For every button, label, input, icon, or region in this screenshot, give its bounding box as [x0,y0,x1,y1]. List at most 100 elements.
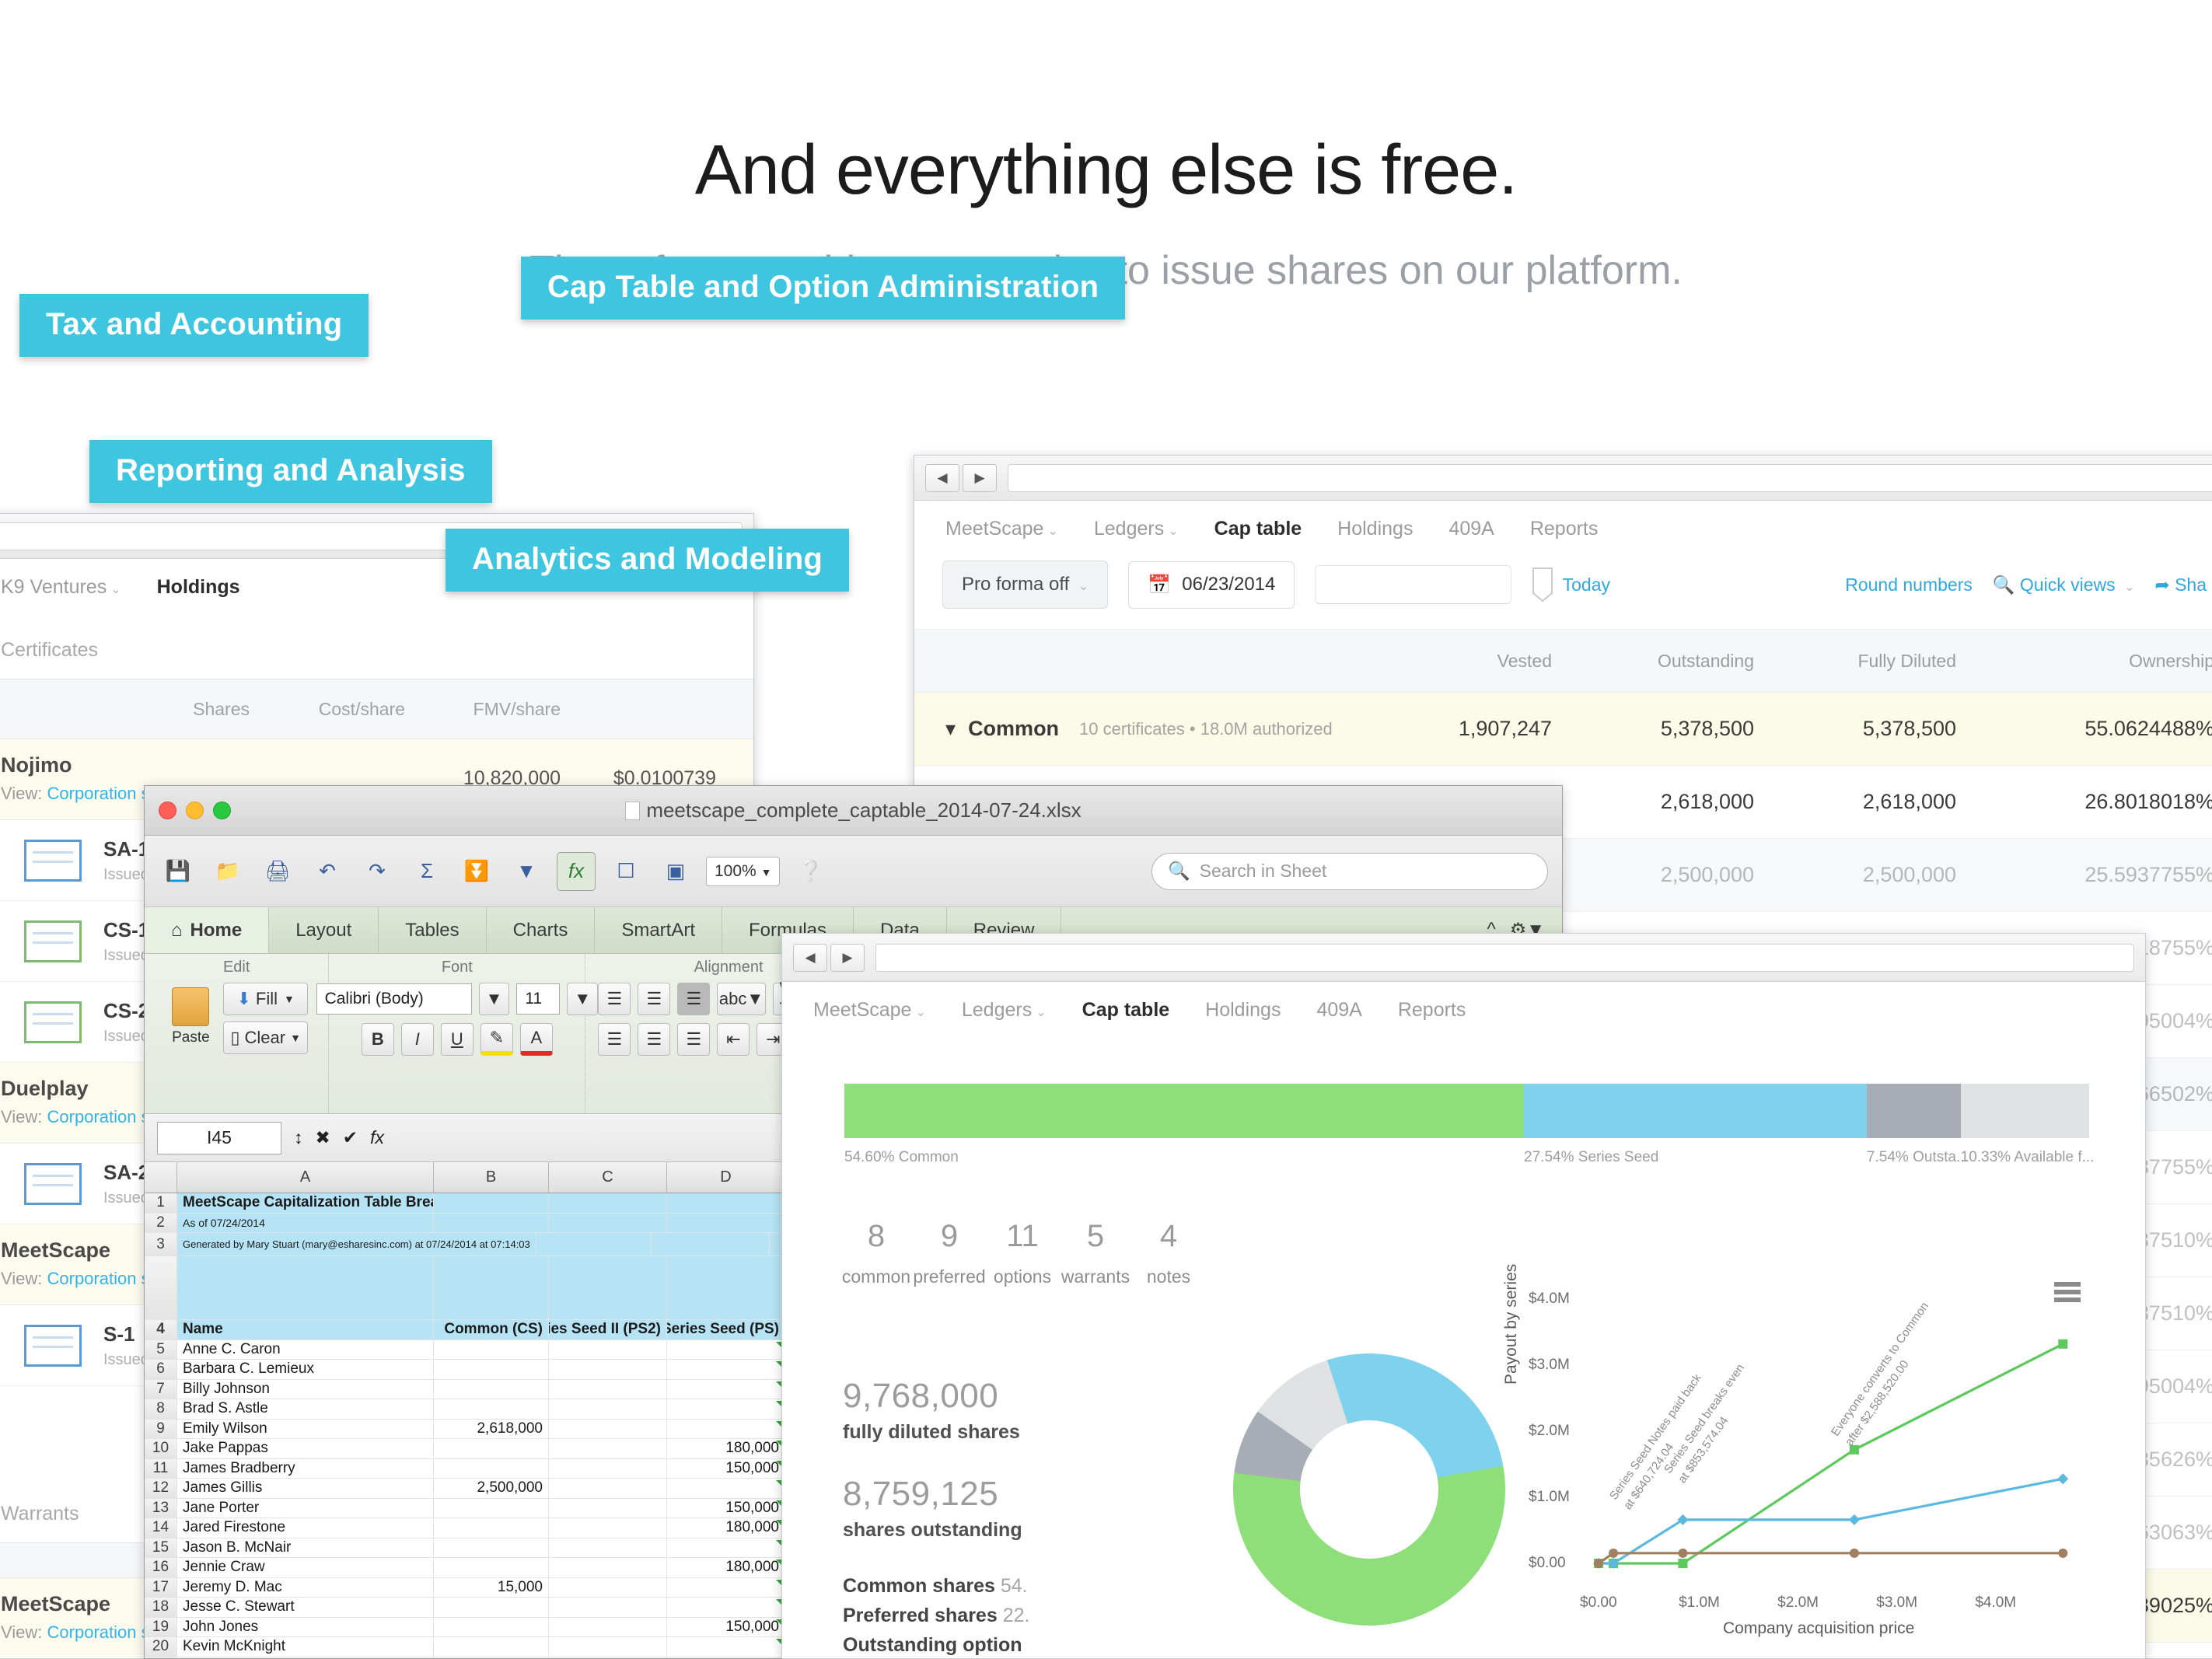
cell-name[interactable]: Barbara C. Lemieux [177,1360,434,1379]
cell-series-seed[interactable] [667,1339,785,1359]
cell-series-seed[interactable]: 180,000 [667,1439,785,1458]
row-number[interactable]: 15 [145,1538,177,1557]
chevron-down-icon[interactable]: ▾ [945,717,956,741]
tab-charts[interactable]: Charts [487,907,596,953]
align-center-button[interactable]: ☰ [638,1023,671,1056]
cell-common[interactable] [434,1598,549,1617]
row-number[interactable]: 14 [145,1518,177,1538]
cell-series-seed[interactable] [667,1379,785,1399]
pro-forma-dropdown[interactable]: Pro forma off ⌄ [942,561,1109,609]
cell-common[interactable]: 2,618,000 [434,1419,549,1438]
column-header-b[interactable]: B [434,1162,549,1193]
nav-item-holdings[interactable]: Holdings [1205,999,1281,1022]
cell-series-seed-2[interactable] [549,1538,667,1557]
fill-button[interactable]: ⬇ Fill ▼ [223,983,308,1015]
font-color-button[interactable]: A [519,1023,553,1056]
cell-blank[interactable] [667,1256,785,1319]
date-picker[interactable]: 📅 06/23/2014 [1128,561,1295,609]
nav-item-cap-table[interactable]: Cap table [1214,518,1302,540]
cell-name[interactable]: Kevin McKnight [177,1637,434,1657]
cell-name[interactable]: John Jones [177,1617,434,1636]
nav-item-cap-table[interactable]: Cap table [1082,999,1170,1022]
cell-series-seed-2[interactable] [549,1439,667,1458]
cell-name[interactable]: Brad S. Astle [177,1399,434,1419]
cell-common[interactable] [434,1360,549,1379]
row-number[interactable]: 17 [145,1577,177,1597]
clear-button[interactable]: ▯ Clear ▼ [223,1022,308,1054]
row-number[interactable]: 7 [145,1379,177,1399]
cell-name[interactable]: Anne C. Caron [177,1339,434,1359]
cell-common[interactable] [434,1498,549,1518]
cancel-icon[interactable]: ✖ [316,1127,330,1148]
cell-series-seed[interactable] [667,1577,785,1597]
row-number[interactable]: 6 [145,1360,177,1379]
address-bar[interactable] [875,943,2134,972]
row-number[interactable]: 10 [145,1439,177,1458]
cell-series-seed[interactable] [667,1538,785,1557]
row-number[interactable]: 11 [145,1458,177,1478]
open-icon[interactable]: 📁 [208,852,247,891]
cell-common[interactable] [434,1458,549,1478]
row-number[interactable] [145,1256,177,1319]
row-number[interactable]: 12 [145,1479,177,1498]
column-header-c[interactable]: C [549,1162,667,1193]
align-middle-button[interactable]: ☰ [638,983,671,1015]
cell-series-seed-2[interactable] [549,1458,667,1478]
cell-series-seed[interactable] [667,1637,785,1657]
cell-c1[interactable] [549,1193,667,1213]
nav-item-k9ventures[interactable]: K9 Ventures ⌄ [1,576,121,599]
cell-b2[interactable] [434,1213,549,1232]
align-bottom-button[interactable]: ☰ [677,983,711,1015]
cell-series-seed-2[interactable] [549,1577,667,1597]
cell-common[interactable] [434,1538,549,1557]
cell-common[interactable] [434,1637,549,1657]
nav-item-reports[interactable]: Reports [1530,518,1599,540]
cell-series-seed[interactable] [667,1419,785,1438]
cell-common-header[interactable]: Common (CS) [434,1320,549,1339]
today-bookmark[interactable]: Today [1532,567,1610,602]
row-number[interactable]: 5 [145,1339,177,1359]
row-number[interactable]: 8 [145,1399,177,1419]
paste-button[interactable]: Paste [165,987,216,1050]
confirm-icon[interactable]: ✔ [343,1127,358,1148]
autosum-icon[interactable]: Σ [407,852,446,891]
round-numbers-link[interactable]: Round numbers [1845,575,1973,595]
table-row[interactable]: ▾ Common 10 certificates • 18.0M authori… [914,693,2212,766]
cell-series-seed-2[interactable] [549,1360,667,1379]
underline-button[interactable]: U [440,1023,474,1056]
zoom-level[interactable]: 100% ▼ [706,856,781,886]
sort-icon[interactable]: ⏬ [457,852,496,891]
cell-series-seed-2[interactable] [549,1637,667,1657]
cell-series-seed-2[interactable] [549,1479,667,1498]
back-icon[interactable]: ◀ [925,463,959,492]
cell-b1[interactable] [434,1193,549,1213]
print-icon[interactable]: 🖨 [258,852,297,891]
cell-d2[interactable] [667,1213,785,1232]
decrease-indent-button[interactable]: ⇤ [717,1023,750,1056]
align-top-button[interactable]: ☰ [598,983,631,1015]
cell-series-seed-2[interactable] [549,1558,667,1577]
cell-common[interactable] [434,1439,549,1458]
row-number[interactable]: 1 [145,1193,177,1213]
share-link[interactable]: ➦ Sha [2154,575,2207,595]
cell-series-seed-2[interactable] [549,1498,667,1518]
filter-icon[interactable]: ▼ [507,852,546,891]
sheet-search-input[interactable]: 🔍 Search in Sheet [1151,852,1548,890]
cell-series-seed-2[interactable] [549,1598,667,1617]
cell-series-seed[interactable]: 180,000 [667,1558,785,1577]
row-number[interactable]: 4 [145,1320,177,1339]
cell-name[interactable]: Jesse C. Stewart [177,1598,434,1617]
orientation-button[interactable]: abc ▼ [717,983,766,1015]
cell-common[interactable]: 2,500,000 [434,1479,549,1498]
cell-blank[interactable] [177,1256,434,1319]
name-box[interactable]: I45 [157,1121,281,1154]
cell-blank[interactable] [549,1256,667,1319]
nav-item-holdings[interactable]: Holdings [1337,518,1413,540]
cell-seed2-header[interactable]: Series Seed II (PS2) [549,1320,667,1339]
help-icon[interactable]: ❔ [791,852,830,891]
nav-item-409a[interactable]: 409A [1448,518,1494,540]
cell-series-seed-2[interactable] [549,1339,667,1359]
forward-icon[interactable]: ▶ [830,943,865,972]
row-number[interactable]: 9 [145,1419,177,1438]
column-header-a[interactable]: A [177,1162,434,1193]
